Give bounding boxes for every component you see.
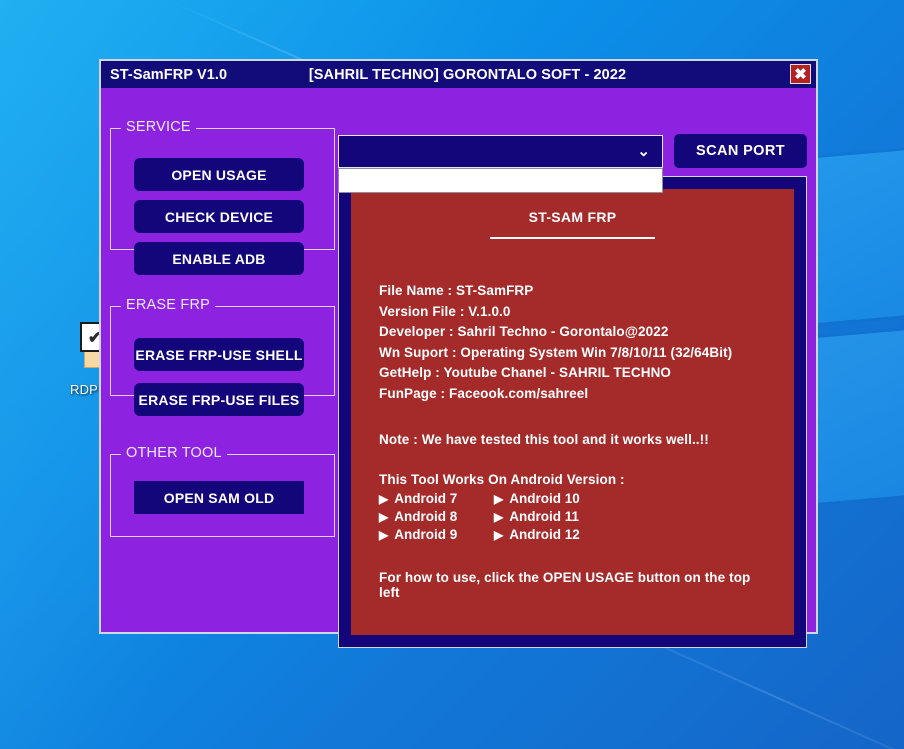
group-erase-frp-title: ERASE FRP bbox=[121, 297, 215, 313]
android-version-label: Android 9 bbox=[394, 527, 458, 542]
android-version-item: ▶ Android 11 bbox=[494, 509, 766, 524]
title-bar[interactable]: ST-SamFRP V1.0 [SAHRIL TECHNO] GORONTALO… bbox=[101, 61, 816, 88]
open-usage-button[interactable]: OPEN USAGE bbox=[134, 158, 304, 191]
bullet-arrow-icon: ▶ bbox=[494, 510, 504, 524]
bullet-arrow-icon: ▶ bbox=[379, 492, 389, 506]
port-select[interactable]: ⌄ bbox=[338, 135, 663, 168]
group-service-title: SERVICE bbox=[121, 119, 196, 135]
bullet-arrow-icon: ▶ bbox=[379, 510, 389, 524]
window-body: SERVICE OPEN USAGE CHECK DEVICE ENABLE A… bbox=[101, 88, 816, 648]
info-spec-line: Version File : V.1.0.0 bbox=[379, 303, 511, 319]
android-version-label: Android 7 bbox=[394, 491, 458, 506]
info-note: Note : We have tested this tool and it w… bbox=[379, 432, 709, 447]
info-footer: For how to use, click the OPEN USAGE but… bbox=[379, 570, 751, 600]
info-frame: ST-SAM FRP File Name : ST-SamFRP Version … bbox=[338, 176, 807, 648]
info-spec-line: Wn Suport : Operating System Win 7/8/10/… bbox=[379, 344, 733, 360]
android-version-item: ▶ Android 12 bbox=[494, 527, 766, 542]
erase-frp-use-shell-button[interactable]: ERASE FRP-USE SHELL bbox=[134, 338, 304, 371]
android-version-item: ▶ Android 7 bbox=[379, 491, 494, 506]
info-specs: File Name : ST-SamFRP Version File : V.1.… bbox=[379, 281, 766, 404]
open-sam-old-button[interactable]: OPEN SAM OLD bbox=[134, 481, 304, 514]
desktop-shortcut-label: RDP bbox=[70, 382, 99, 397]
check-device-button[interactable]: CHECK DEVICE bbox=[134, 200, 304, 233]
group-other-tool-title: OTHER TOOL bbox=[121, 445, 227, 461]
android-version-label: Android 12 bbox=[509, 527, 580, 542]
android-version-item: ▶ Android 9 bbox=[379, 527, 494, 542]
android-version-list: ▶ Android 7 ▶ Android 10 ▶ Android 8 ▶ Android … bbox=[379, 491, 766, 542]
port-select-dropdown[interactable] bbox=[338, 168, 663, 193]
scan-port-button[interactable]: SCAN PORT bbox=[674, 134, 807, 168]
close-icon[interactable]: ✖ bbox=[790, 64, 811, 84]
desktop: ✔ RDP ST-SamFRP V1.0 [SAHRIL TECHNO] GOR… bbox=[0, 0, 904, 749]
window-title: ST-SamFRP V1.0 bbox=[110, 66, 228, 83]
android-version-label: Android 8 bbox=[394, 509, 458, 524]
info-spec-line: Developer : Sahril Techno - Gorontalo@20… bbox=[379, 324, 669, 339]
info-android-title: This Tool Works On Android Version : bbox=[379, 472, 625, 487]
bullet-arrow-icon: ▶ bbox=[379, 528, 389, 542]
info-divider bbox=[490, 237, 655, 239]
chevron-down-icon: ⌄ bbox=[637, 143, 650, 160]
enable-adb-button[interactable]: ENABLE ADB bbox=[134, 242, 304, 275]
info-spec-line: GetHelp : Youtube Chanel - SAHRIL TECHNO bbox=[379, 365, 672, 380]
app-window: ST-SamFRP V1.0 [SAHRIL TECHNO] GORONTALO… bbox=[99, 59, 818, 648]
android-version-label: Android 11 bbox=[509, 509, 579, 524]
android-version-item: ▶ Android 10 bbox=[494, 491, 766, 506]
info-spec-line: File Name : ST-SamFRP bbox=[379, 283, 534, 298]
erase-frp-use-files-button[interactable]: ERASE FRP-USE FILES bbox=[134, 383, 304, 416]
android-version-label: Android 10 bbox=[509, 491, 580, 506]
info-panel: ST-SAM FRP File Name : ST-SamFRP Version … bbox=[351, 189, 794, 635]
android-version-item: ▶ Android 8 bbox=[379, 509, 494, 524]
bullet-arrow-icon: ▶ bbox=[494, 528, 504, 542]
info-spec-line: FunPage : Faceook.com/sahreel bbox=[379, 385, 589, 401]
bullet-arrow-icon: ▶ bbox=[494, 492, 504, 506]
info-heading: ST-SAM FRP bbox=[528, 209, 617, 225]
